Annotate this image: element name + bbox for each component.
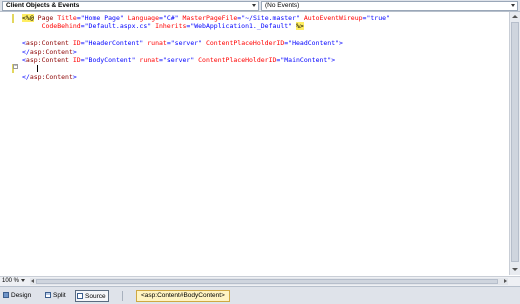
source-view-icon xyxy=(77,293,83,299)
vertical-scroll-thumb[interactable] xyxy=(511,22,519,262)
attribute-name: runat xyxy=(143,39,167,48)
design-view-button[interactable]: Design xyxy=(2,290,33,302)
attribute-name: Language xyxy=(123,14,160,22)
tag-name: asp:Content xyxy=(29,47,73,56)
attribute-value: "HeaderContent" xyxy=(84,39,144,48)
attribute-name: ID xyxy=(68,56,81,64)
directive-close-marker: %> xyxy=(295,22,304,31)
horizontal-scrollbar[interactable] xyxy=(30,278,508,285)
arrow-up-icon xyxy=(512,15,518,18)
code-line: CodeBehind="Default.aspx.cs" Inherits="W… xyxy=(22,22,304,31)
attribute-value: "true" xyxy=(366,14,390,22)
split-view-icon xyxy=(45,292,51,298)
editor-gutter xyxy=(0,12,16,275)
angle-bracket: </ xyxy=(22,47,30,56)
attribute-value: "~/Site.master" xyxy=(241,14,300,22)
split-view-button[interactable]: Split xyxy=(44,290,68,302)
source-view-label: Source xyxy=(85,293,106,300)
zoom-dropdown[interactable]: 100 % xyxy=(2,277,26,286)
split-view-label: Split xyxy=(53,292,66,299)
zoom-level: 100 % xyxy=(2,278,20,284)
change-tracking-mark xyxy=(12,14,14,23)
arrow-left-icon[interactable] xyxy=(31,279,34,283)
attribute-value: "C#" xyxy=(162,14,179,22)
attribute-name: ContentPlaceHolderID xyxy=(194,56,277,64)
code-editor[interactable]: − <%@ Page Title="Home Page" Language="C… xyxy=(0,12,509,275)
tag-name: asp:Content xyxy=(29,72,73,81)
attribute-value: "BodyContent" xyxy=(84,56,136,64)
chevron-down-icon xyxy=(21,278,26,282)
outline-collapse-icon[interactable]: − xyxy=(13,64,18,69)
horizontal-scroll-thumb[interactable] xyxy=(36,279,498,284)
tag-navigator-button[interactable]: <asp:Content#BodyContent> xyxy=(136,290,230,302)
arrow-down-icon xyxy=(512,268,518,271)
angle-bracket: > xyxy=(72,72,77,81)
attribute-name: runat xyxy=(135,56,159,64)
attribute-name: Title xyxy=(53,14,77,22)
attribute-value: "Home Page" xyxy=(80,14,124,22)
horizontal-bar: 100 % xyxy=(0,276,520,286)
chevron-down-icon[interactable] xyxy=(511,4,515,7)
navigation-bar: Client Objects & Events (No Events) xyxy=(0,0,520,12)
attribute-value: "server" xyxy=(170,39,203,48)
attribute-name: MasterPageFile xyxy=(178,14,238,22)
attribute-value: "MainContent" xyxy=(280,56,332,64)
source-view-button[interactable]: Source xyxy=(75,290,109,302)
events-dropdown-label: (No Events) xyxy=(265,2,300,9)
directive-open-marker: <%@ xyxy=(22,14,34,22)
scroll-up-button[interactable] xyxy=(511,13,519,21)
separator xyxy=(122,291,123,301)
attribute-name: ID xyxy=(68,39,81,48)
attribute-value: "Default.aspx.cs" xyxy=(84,22,152,31)
attribute-value: "WebApplication1._Default" xyxy=(190,22,293,31)
text-caret xyxy=(37,65,38,73)
attribute-value: "server" xyxy=(162,56,195,64)
design-view-icon xyxy=(3,292,9,298)
code-line: </asp:Content> xyxy=(22,48,77,56)
code-line: <asp:Content ID="HeaderContent" runat="s… xyxy=(22,39,343,47)
attribute-value: "HeadContent" xyxy=(288,39,340,48)
vertical-scrollbar[interactable] xyxy=(509,12,520,275)
scroll-down-button[interactable] xyxy=(511,266,519,274)
chevron-down-icon[interactable] xyxy=(252,4,256,7)
tag-name: asp:Content xyxy=(25,56,69,64)
code-line: <asp:Content ID="BodyContent" runat="ser… xyxy=(22,56,335,64)
angle-bracket: > xyxy=(331,56,336,64)
arrow-right-icon[interactable] xyxy=(504,279,507,283)
angle-bracket: > xyxy=(72,47,77,56)
angle-bracket: </ xyxy=(22,72,30,81)
design-view-label: Design xyxy=(11,292,32,299)
angle-bracket: > xyxy=(339,39,343,48)
attribute-name: CodeBehind xyxy=(37,22,81,31)
client-objects-dropdown[interactable]: Client Objects & Events xyxy=(2,1,259,11)
view-switcher-bar: Design Split Source <asp:Content#BodyCon… xyxy=(0,286,520,304)
code-line: </asp:Content> xyxy=(22,73,77,81)
attribute-name: ContentPlaceHolderID xyxy=(202,39,285,48)
code-line: <%@ Page Title="Home Page" Language="C#"… xyxy=(22,14,390,22)
tag-name: asp:Content xyxy=(25,39,69,48)
events-dropdown[interactable]: (No Events) xyxy=(261,1,518,11)
directive-keyword: Page xyxy=(33,14,54,22)
attribute-name: Inherits xyxy=(151,22,187,31)
attribute-name: AutoEventWireup xyxy=(299,14,363,22)
client-objects-dropdown-label: Client Objects & Events xyxy=(6,2,80,9)
